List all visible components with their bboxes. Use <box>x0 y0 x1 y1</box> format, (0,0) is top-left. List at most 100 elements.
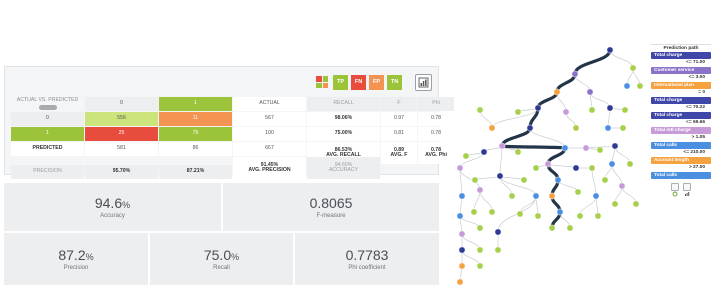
tree-leaf-node[interactable] <box>601 176 609 184</box>
tree-leaf-node[interactable] <box>488 208 496 216</box>
tree-split-node[interactable] <box>556 208 564 216</box>
tree-leaf-node[interactable] <box>632 200 640 208</box>
col-header-actual: ACTUAL <box>233 97 306 111</box>
tree-leaf-node[interactable] <box>476 262 484 270</box>
tree-leaf-node[interactable] <box>636 82 644 90</box>
tree-leaf-node[interactable] <box>588 106 596 114</box>
tree-split-node[interactable] <box>606 46 614 54</box>
tree-leaf-node[interactable] <box>470 208 478 216</box>
tree-split-node[interactable] <box>582 144 590 152</box>
cell-tp[interactable]: 556 <box>85 112 158 126</box>
metric-f-measure: 0.8065 F-measure <box>223 183 439 231</box>
tn-toggle[interactable]: TN <box>387 74 402 90</box>
tree-split-node[interactable] <box>532 192 540 200</box>
tp-toggle[interactable]: TP <box>333 74 348 90</box>
tree-leaf-node[interactable] <box>520 176 528 184</box>
path-node[interactable]: Account length <box>651 157 711 164</box>
precision-metric-value: 87.2 <box>58 247 86 263</box>
tree-leaf-node[interactable] <box>516 210 524 218</box>
path-node[interactable]: Total intl charge <box>651 127 711 134</box>
cell-fp[interactable]: 25 <box>85 127 158 141</box>
tree-leaf-node[interactable] <box>534 212 542 220</box>
tree-split-node[interactable] <box>618 182 626 190</box>
tree-leaf-node[interactable] <box>471 176 479 184</box>
tree-leaf-node[interactable] <box>621 106 629 114</box>
tree-leaf-node[interactable] <box>462 152 470 160</box>
tree-split-node[interactable] <box>480 148 488 156</box>
tree-split-node[interactable] <box>586 88 594 96</box>
tree-leaf-node[interactable] <box>611 200 619 208</box>
tree-split-node[interactable] <box>456 212 464 220</box>
tree-split-node[interactable] <box>498 142 506 150</box>
tree-split-node[interactable] <box>526 124 534 132</box>
tree-leaf-node[interactable] <box>514 148 522 156</box>
path-node[interactable]: Total charge <box>651 52 711 59</box>
tree-leaf-node[interactable] <box>532 164 540 172</box>
tree-leaf-node[interactable] <box>548 224 556 232</box>
tree-leaf-node[interactable] <box>588 164 596 172</box>
tree-leaf-node[interactable] <box>629 64 637 72</box>
tree-leaf-node[interactable] <box>494 246 502 254</box>
tree-split-node[interactable] <box>534 104 542 112</box>
tree-leaf-node[interactable] <box>476 224 484 232</box>
fp-toggle[interactable]: FP <box>369 74 384 90</box>
tree-leaf-node[interactable] <box>514 108 522 116</box>
decision-tree[interactable] <box>440 28 650 290</box>
tree-split-node[interactable] <box>611 142 619 150</box>
path-node[interactable]: Total charge <box>651 112 711 119</box>
export-tree-button[interactable] <box>683 183 691 196</box>
tree-leaf-node[interactable] <box>574 188 582 196</box>
show-toggle[interactable] <box>38 104 57 110</box>
predicted-0: 581 <box>85 142 158 156</box>
tree-split-node[interactable] <box>553 88 561 96</box>
tree-split-node[interactable] <box>494 228 502 236</box>
tree-split-node[interactable] <box>488 124 496 132</box>
tree-leaf-node[interactable] <box>566 224 574 232</box>
path-node[interactable]: International plan <box>651 82 711 89</box>
tree-split-node[interactable] <box>572 164 580 172</box>
tree-leaf-node[interactable] <box>476 246 484 254</box>
fn-toggle[interactable]: FN <box>351 74 366 90</box>
tree-split-node[interactable] <box>592 192 600 200</box>
path-node[interactable]: Total calls <box>651 172 711 179</box>
path-node[interactable]: Customer service <box>651 67 711 74</box>
reset-tree-button[interactable] <box>671 183 679 197</box>
tree-split-node[interactable] <box>458 262 466 270</box>
path-node[interactable]: Total calls <box>651 142 711 149</box>
tree-leaf-node[interactable] <box>572 124 580 132</box>
tree-leaf-node[interactable] <box>619 124 627 132</box>
tree-split-node[interactable] <box>496 172 504 180</box>
tree-split-node[interactable] <box>571 70 579 78</box>
tree-split-node[interactable] <box>554 176 562 184</box>
tree-leaf-node[interactable] <box>476 106 484 114</box>
tree-split-node[interactable] <box>456 164 464 172</box>
tree-split-node[interactable] <box>562 108 570 116</box>
tree-split-node[interactable] <box>458 230 466 238</box>
export-button[interactable] <box>415 73 432 91</box>
tree-split-node[interactable] <box>561 144 569 152</box>
path-condition: = 0 <box>698 90 705 95</box>
tree-leaf-node[interactable] <box>594 212 602 220</box>
tree-split-node[interactable] <box>604 124 612 132</box>
tree-split-node[interactable] <box>476 186 484 194</box>
tree-leaf-node[interactable] <box>576 212 584 220</box>
tree-split-node[interactable] <box>544 160 552 168</box>
tree-split-node[interactable] <box>623 82 631 90</box>
tree-leaf-node[interactable] <box>508 192 516 200</box>
cell-fn[interactable]: 11 <box>159 112 232 126</box>
tree-leaf-node[interactable] <box>626 160 634 168</box>
path-node[interactable]: Total charge <box>651 97 711 104</box>
col-header-1[interactable]: 1 <box>159 97 232 111</box>
tree-leaf-node[interactable] <box>596 146 604 154</box>
tree-split-node[interactable] <box>608 160 616 168</box>
tree-split-node[interactable] <box>606 104 614 112</box>
row-label-1[interactable]: 1 <box>11 127 84 141</box>
tree-split-node[interactable] <box>458 192 466 200</box>
accuracy-metric-unit: % <box>122 200 131 210</box>
tree-split-node[interactable] <box>458 246 466 254</box>
tree-edge <box>579 195 597 217</box>
tree-split-node[interactable] <box>548 192 556 200</box>
tree-edge <box>591 167 597 197</box>
cell-tn[interactable]: 75 <box>159 127 232 141</box>
tree-split-node[interactable] <box>456 278 464 286</box>
